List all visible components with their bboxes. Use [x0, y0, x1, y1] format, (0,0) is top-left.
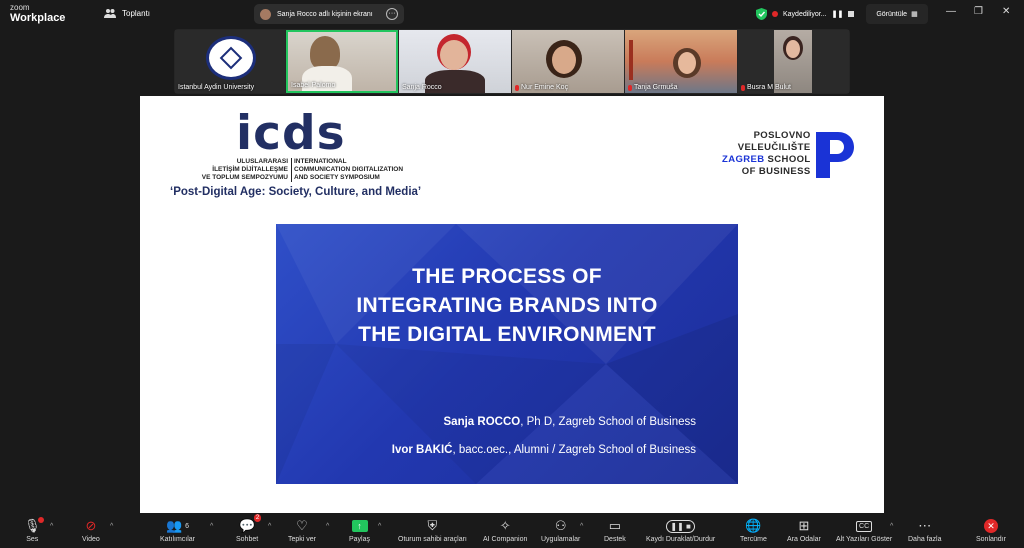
react-button[interactable]: ♡ Tepki ver: [288, 517, 316, 543]
participant-name: Tanja Grmuša: [628, 84, 678, 91]
participant-strip: Istanbul Aydin University Isabel Palomo …: [174, 29, 850, 94]
chat-badge: 2: [253, 514, 262, 522]
sparkle-icon: ✧: [499, 518, 511, 533]
ai-companion-button[interactable]: ✧ AI Companion: [483, 517, 527, 543]
audio-button[interactable]: 🎙 Ses: [24, 517, 44, 543]
shared-screen-slide: icds ULUSLARARASI İLETİŞİM DİJİTALLEŞME VE…: [140, 96, 884, 513]
grid-view-icon: ▦: [911, 11, 918, 18]
participants-icon: 👥 6: [165, 518, 190, 533]
author-line-1: Sanja ROCCO, Ph D, Zagreb School of Busi…: [443, 416, 696, 428]
apps-button[interactable]: ⚇ Uygulamalar: [541, 517, 580, 543]
audio-options-chevron-icon[interactable]: ^: [50, 523, 53, 530]
apps-icon: ⚇: [554, 518, 567, 533]
muted-mic-icon: [628, 84, 632, 91]
shield-icon: ⛨: [427, 518, 438, 533]
chat-button[interactable]: 💬 2 Sohbet: [236, 514, 262, 543]
participant-name: Nur Emine Koç: [515, 84, 568, 91]
meeting-toolbar: 🎙 Ses ^ ⊘ Video ^ 👥 6 Katılımcılar ^ 💬 2 S…: [0, 514, 1024, 548]
share-text: Sanja Rocco adlı kişinin ekranı: [277, 10, 373, 18]
zagreb-school-p-logo: [816, 132, 854, 178]
screen-cast-icon: ▭: [608, 518, 622, 533]
react-options-chevron-icon[interactable]: ^: [326, 523, 329, 530]
maximize-button[interactable]: ❐: [974, 6, 983, 17]
participant-name: Busra M Bulut: [741, 84, 791, 91]
author-line-2: Ivor BAKIĆ, bacc.oec., Alumni / Zagreb S…: [391, 444, 696, 456]
more-options-icon[interactable]: ···: [386, 8, 398, 20]
stop-icon[interactable]: [848, 11, 855, 17]
logo-line2: Workplace: [10, 12, 66, 24]
breakout-rooms-button[interactable]: ⊞ Ara Odalar: [787, 517, 821, 543]
participant-tile[interactable]: Nur Emine Koç: [512, 30, 624, 93]
video-button[interactable]: ⊘ Video: [82, 517, 100, 543]
cc-icon: CC: [856, 517, 873, 535]
symposium-tagline: ‘Post-Digital Age: Society, Culture, and…: [170, 186, 422, 198]
end-meeting-button[interactable]: ✕ Sonlandır: [976, 517, 1006, 543]
video-options-chevron-icon[interactable]: ^: [110, 523, 113, 530]
zagreb-school-logo-text: POSLOVNO VELEUČILIŠTE ZAGREB SCHOOL OF B…: [722, 130, 811, 177]
pause-icon[interactable]: ❚❚: [832, 10, 844, 18]
presenter-avatar: [260, 8, 271, 20]
alert-dot: [37, 517, 44, 523]
heart-icon: ♡: [296, 518, 308, 533]
university-seal-logo: [206, 36, 256, 80]
participants-options-chevron-icon[interactable]: ^: [210, 523, 213, 530]
participant-tile[interactable]: Tanja Grmuša: [625, 30, 737, 93]
apps-options-chevron-icon[interactable]: ^: [580, 523, 583, 530]
view-button[interactable]: Görüntüle ▦: [866, 4, 928, 24]
microphone-muted-icon: 🎙: [24, 517, 44, 535]
muted-mic-icon: [515, 84, 519, 91]
chat-options-chevron-icon[interactable]: ^: [268, 523, 271, 530]
translate-button[interactable]: 🌐 Tercüme: [740, 517, 767, 543]
share-options-chevron-icon[interactable]: ^: [378, 523, 381, 530]
participant-tile[interactable]: Busra M Bulut: [738, 30, 849, 93]
participant-tile[interactable]: Istanbul Aydin University: [175, 30, 285, 93]
presentation-title: THE PROCESS OF INTEGRATING BRANDS INTO T…: [356, 265, 658, 346]
recording-indicator[interactable]: Kaydediliyor... ❚❚: [756, 4, 862, 24]
zoom-window: zoom Workplace Toplantı Sanja Rocco adlı…: [0, 0, 1024, 548]
participant-tile-active[interactable]: Isabel Palomo: [286, 30, 398, 93]
participant-name: Isabel Palomo: [291, 82, 336, 89]
logo-subtitle-en: INTERNATIONAL COMMUNICATION DIGITALIZATIO…: [294, 158, 404, 181]
record-dot-icon: [772, 11, 778, 17]
icds-logo: icds: [236, 106, 346, 161]
participants-count: 6: [185, 522, 190, 530]
share-button[interactable]: ↑ Paylaş: [349, 517, 370, 543]
title-slide: THE PROCESS OF INTEGRATING BRANDS INTO T…: [276, 224, 738, 484]
top-bar: zoom Workplace Toplantı Sanja Rocco adlı…: [0, 0, 1024, 28]
logo-subtitle-tr: ULUSLARARASI İLETİŞİM DİJİTALLEŞME VE TOPL…: [201, 158, 288, 181]
people-icon: [104, 9, 116, 18]
captions-options-chevron-icon[interactable]: ^: [890, 523, 893, 530]
chat-icon: 💬 2: [239, 514, 262, 533]
more-button[interactable]: ⋯ Daha fazla: [908, 517, 941, 543]
view-label: Görüntüle: [876, 10, 908, 18]
screen-share-indicator[interactable]: Sanja Rocco adlı kişinin ekranı ···: [254, 4, 404, 24]
video-off-icon: ⊘: [85, 518, 97, 533]
breakout-grid-icon: ⊞: [798, 518, 810, 533]
participant-name: Istanbul Aydin University: [178, 84, 255, 91]
minimize-button[interactable]: —: [946, 6, 956, 17]
participant-name: Sanja Rocco: [402, 84, 442, 91]
zoom-logo: zoom Workplace: [10, 3, 66, 24]
pause-stop-icon: ❚❚ ■: [666, 517, 695, 535]
meeting-info-button[interactable]: Toplantı: [104, 8, 150, 18]
end-call-icon: ✕: [983, 517, 998, 535]
more-dots-icon: ⋯: [918, 518, 932, 533]
participant-video: [310, 36, 340, 70]
participant-tile[interactable]: Sanja Rocco: [399, 30, 511, 93]
meeting-label: Toplantı: [122, 8, 151, 18]
captions-button[interactable]: CC Alt Yazıları Göster: [836, 517, 892, 543]
muted-mic-icon: [741, 84, 745, 91]
recording-text: Kaydediliyor...: [783, 10, 827, 18]
close-button[interactable]: ✕: [1002, 6, 1010, 17]
recording-control-button[interactable]: ❚❚ ■ Kaydı Duraklat/Durdur: [646, 517, 715, 543]
host-tools-button[interactable]: ⛨ Oturum sahibi araçları: [398, 517, 467, 543]
support-button[interactable]: ▭ Destek: [604, 517, 626, 543]
shield-check-icon: [756, 8, 767, 20]
share-screen-icon: ↑: [351, 517, 368, 535]
participants-button[interactable]: 👥 6 Katılımcılar: [160, 517, 195, 543]
logo-divider: [291, 158, 292, 182]
globe-icon: 🌐: [745, 518, 762, 533]
